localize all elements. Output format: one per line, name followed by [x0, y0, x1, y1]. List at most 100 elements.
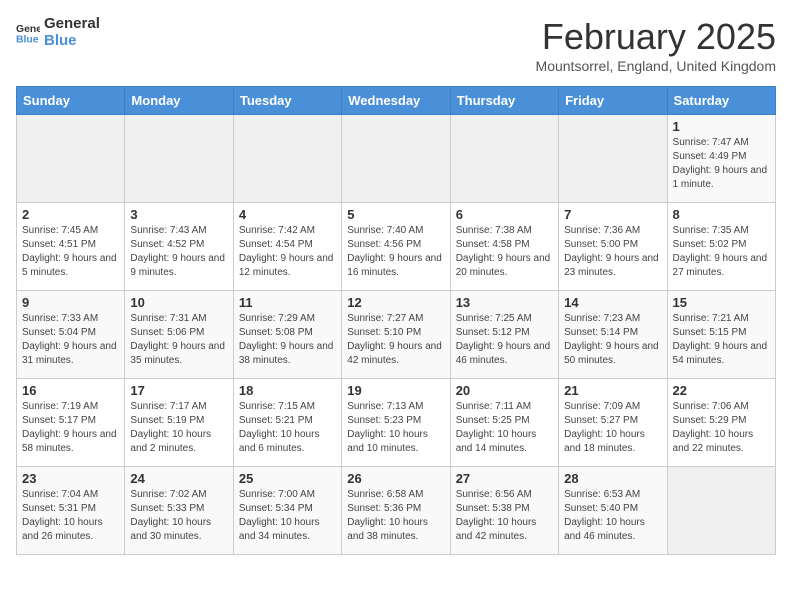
calendar-cell: 18 Sunrise: 7:15 AM Sunset: 5:21 PM Dayli…	[233, 379, 341, 467]
day-number: 13	[456, 295, 553, 310]
header: General Blue General Blue February 2025 …	[16, 16, 776, 74]
calendar-cell: 3Sunrise: 7:43 AM Sunset: 4:52 PM Daylig…	[125, 203, 233, 291]
calendar-cell	[17, 115, 125, 203]
day-info: Sunrise: 7:21 AM Sunset: 5:15 PM Dayligh…	[673, 312, 770, 368]
calendar-cell: 23Sunrise: 7:04 AM Sunset: 5:31 PM Dayli…	[17, 467, 125, 555]
day-number: 2	[22, 207, 119, 222]
column-header-tuesday: Tuesday	[233, 87, 341, 115]
calendar-cell: 2 Sunrise: 7:45 AM Sunset: 4:51 PM Daylig…	[17, 203, 125, 291]
day-number: 10	[130, 295, 227, 310]
calendar-week-4: 16Sunrise: 7:19 AM Sunset: 5:17 PM Dayli…	[17, 379, 776, 467]
calendar-cell	[125, 115, 233, 203]
calendar-table: SundayMondayTuesdayWednesdayThursdayFrid…	[16, 86, 776, 555]
calendar-cell: 24 Sunrise: 7:02 AM Sunset: 5:33 PM Dayli…	[125, 467, 233, 555]
day-info: Sunrise: 7:40 AM Sunset: 4:56 PM Dayligh…	[347, 224, 444, 280]
column-header-monday: Monday	[125, 87, 233, 115]
day-number: 5	[347, 207, 444, 222]
calendar-cell: 10 Sunrise: 7:31 AM Sunset: 5:06 PM Dayli…	[125, 291, 233, 379]
calendar-cell	[342, 115, 450, 203]
day-number: 15	[673, 295, 770, 310]
calendar-cell: 26Sunrise: 6:58 AM Sunset: 5:36 PM Dayli…	[342, 467, 450, 555]
day-number: 16	[22, 383, 119, 398]
calendar-cell: 25 Sunrise: 7:00 AM Sunset: 5:34 PM Dayli…	[233, 467, 341, 555]
calendar-title: February 2025	[536, 16, 776, 58]
calendar-subtitle: Mountsorrel, England, United Kingdom	[536, 58, 776, 74]
day-number: 28	[564, 471, 661, 486]
day-number: 4	[239, 207, 336, 222]
day-number: 14	[564, 295, 661, 310]
calendar-cell: 8 Sunrise: 7:35 AM Sunset: 5:02 PM Daylig…	[667, 203, 775, 291]
calendar-cell: 21 Sunrise: 7:09 AM Sunset: 5:27 PM Dayli…	[559, 379, 667, 467]
day-number: 27	[456, 471, 553, 486]
calendar-cell: 19 Sunrise: 7:13 AM Sunset: 5:23 PM Dayli…	[342, 379, 450, 467]
title-section: February 2025 Mountsorrel, England, Unit…	[536, 16, 776, 74]
column-header-saturday: Saturday	[667, 87, 775, 115]
day-number: 8	[673, 207, 770, 222]
column-header-sunday: Sunday	[17, 87, 125, 115]
column-header-thursday: Thursday	[450, 87, 558, 115]
day-info: Sunrise: 7:00 AM Sunset: 5:34 PM Dayligh…	[239, 488, 336, 544]
day-info: Sunrise: 6:58 AM Sunset: 5:36 PM Dayligh…	[347, 488, 444, 544]
calendar-week-1: 1Sunrise: 7:47 AM Sunset: 4:49 PM Daylig…	[17, 115, 776, 203]
calendar-cell: 22 Sunrise: 7:06 AM Sunset: 5:29 PM Dayli…	[667, 379, 775, 467]
day-info: Sunrise: 7:42 AM Sunset: 4:54 PM Dayligh…	[239, 224, 336, 280]
day-info: Sunrise: 7:17 AM Sunset: 5:19 PM Dayligh…	[130, 400, 227, 456]
day-info: Sunrise: 7:15 AM Sunset: 5:21 PM Dayligh…	[239, 400, 336, 456]
day-number: 22	[673, 383, 770, 398]
day-info: Sunrise: 6:56 AM Sunset: 5:38 PM Dayligh…	[456, 488, 553, 544]
calendar-cell: 1Sunrise: 7:47 AM Sunset: 4:49 PM Daylig…	[667, 115, 775, 203]
calendar-cell	[667, 467, 775, 555]
day-info: Sunrise: 7:45 AM Sunset: 4:51 PM Dayligh…	[22, 224, 119, 280]
calendar-cell: 16Sunrise: 7:19 AM Sunset: 5:17 PM Dayli…	[17, 379, 125, 467]
column-header-wednesday: Wednesday	[342, 87, 450, 115]
day-info: Sunrise: 7:23 AM Sunset: 5:14 PM Dayligh…	[564, 312, 661, 368]
day-number: 6	[456, 207, 553, 222]
calendar-week-3: 9 Sunrise: 7:33 AM Sunset: 5:04 PM Daylig…	[17, 291, 776, 379]
day-number: 25	[239, 471, 336, 486]
calendar-cell: 12 Sunrise: 7:27 AM Sunset: 5:10 PM Dayli…	[342, 291, 450, 379]
calendar-cell	[450, 115, 558, 203]
day-number: 20	[456, 383, 553, 398]
day-info: Sunrise: 7:31 AM Sunset: 5:06 PM Dayligh…	[130, 312, 227, 368]
calendar-cell: 15 Sunrise: 7:21 AM Sunset: 5:15 PM Dayli…	[667, 291, 775, 379]
logo: General Blue General Blue	[16, 16, 100, 49]
day-info: Sunrise: 7:38 AM Sunset: 4:58 PM Dayligh…	[456, 224, 553, 280]
day-number: 11	[239, 295, 336, 310]
day-info: Sunrise: 7:36 AM Sunset: 5:00 PM Dayligh…	[564, 224, 661, 280]
calendar-cell: 11Sunrise: 7:29 AM Sunset: 5:08 PM Dayli…	[233, 291, 341, 379]
day-number: 9	[22, 295, 119, 310]
calendar-header-row: SundayMondayTuesdayWednesdayThursdayFrid…	[17, 87, 776, 115]
calendar-cell	[233, 115, 341, 203]
day-info: Sunrise: 7:27 AM Sunset: 5:10 PM Dayligh…	[347, 312, 444, 368]
day-info: Sunrise: 7:25 AM Sunset: 5:12 PM Dayligh…	[456, 312, 553, 368]
logo-general: General	[44, 16, 100, 33]
svg-text:Blue: Blue	[16, 34, 39, 44]
day-info: Sunrise: 7:35 AM Sunset: 5:02 PM Dayligh…	[673, 224, 770, 280]
day-number: 19	[347, 383, 444, 398]
logo-blue: Blue	[44, 33, 100, 50]
day-number: 12	[347, 295, 444, 310]
calendar-cell: 14 Sunrise: 7:23 AM Sunset: 5:14 PM Dayli…	[559, 291, 667, 379]
day-info: Sunrise: 7:13 AM Sunset: 5:23 PM Dayligh…	[347, 400, 444, 456]
day-info: Sunrise: 7:47 AM Sunset: 4:49 PM Dayligh…	[673, 136, 770, 192]
day-number: 18	[239, 383, 336, 398]
calendar-week-5: 23Sunrise: 7:04 AM Sunset: 5:31 PM Dayli…	[17, 467, 776, 555]
calendar-cell: 17 Sunrise: 7:17 AM Sunset: 5:19 PM Dayli…	[125, 379, 233, 467]
day-info: Sunrise: 7:09 AM Sunset: 5:27 PM Dayligh…	[564, 400, 661, 456]
svg-text:General: General	[16, 24, 40, 35]
day-info: Sunrise: 7:43 AM Sunset: 4:52 PM Dayligh…	[130, 224, 227, 280]
day-number: 23	[22, 471, 119, 486]
day-number: 21	[564, 383, 661, 398]
day-info: Sunrise: 7:02 AM Sunset: 5:33 PM Dayligh…	[130, 488, 227, 544]
calendar-cell: 27 Sunrise: 6:56 AM Sunset: 5:38 PM Dayli…	[450, 467, 558, 555]
calendar-cell: 5 Sunrise: 7:40 AM Sunset: 4:56 PM Daylig…	[342, 203, 450, 291]
logo-icon: General Blue	[16, 21, 40, 45]
calendar-cell: 6 Sunrise: 7:38 AM Sunset: 4:58 PM Daylig…	[450, 203, 558, 291]
day-number: 24	[130, 471, 227, 486]
day-number: 17	[130, 383, 227, 398]
day-info: Sunrise: 7:06 AM Sunset: 5:29 PM Dayligh…	[673, 400, 770, 456]
day-info: Sunrise: 7:33 AM Sunset: 5:04 PM Dayligh…	[22, 312, 119, 368]
calendar-cell: 9 Sunrise: 7:33 AM Sunset: 5:04 PM Daylig…	[17, 291, 125, 379]
calendar-cell: 4 Sunrise: 7:42 AM Sunset: 4:54 PM Daylig…	[233, 203, 341, 291]
calendar-week-2: 2 Sunrise: 7:45 AM Sunset: 4:51 PM Daylig…	[17, 203, 776, 291]
